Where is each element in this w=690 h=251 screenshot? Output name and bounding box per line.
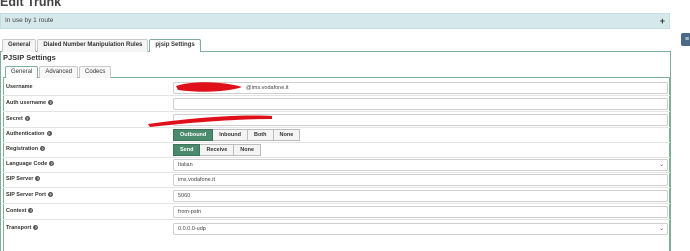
row-auth-username: Auth username? [3, 96, 670, 112]
pjsip-subtabs: General Advanced Codecs [5, 66, 112, 78]
transport-label: Transport? [6, 225, 39, 231]
sip-server-input[interactable]: ims.vodafone.it [173, 174, 668, 186]
section-title: PJSIP Settings [3, 53, 56, 62]
row-language-code: Language Code? Italian ⌄ [3, 157, 670, 173]
tab-pjsip-settings[interactable]: pjsip Settings [149, 39, 201, 52]
subtab-general[interactable]: General [5, 66, 39, 78]
help-icon[interactable]: ? [35, 176, 41, 182]
transport-select[interactable]: 0.0.0.0-udp ⌄ [173, 223, 668, 235]
username-input[interactable]: @ims.vodafone.it [173, 82, 668, 94]
chevron-down-icon: ⌄ [658, 226, 664, 232]
authentication-label: Authentication? [6, 131, 52, 137]
help-icon[interactable]: ? [46, 131, 52, 137]
registration-toggle: Send Receive None [173, 144, 261, 156]
tab-general[interactable]: General [2, 39, 37, 52]
registration-none-button[interactable]: None [234, 144, 261, 156]
usage-bar[interactable]: In use by 1 route + [0, 13, 670, 29]
row-username: Username @ims.vodafone.it [3, 80, 670, 96]
list-icon[interactable]: ≡ [681, 33, 690, 46]
row-authentication: Authentication? Outbound Inbound Both No… [3, 127, 670, 143]
subtab-advanced[interactable]: Advanced [39, 66, 79, 78]
chevron-down-icon: ⌄ [658, 162, 664, 168]
authentication-both-button[interactable]: Both [247, 129, 274, 141]
registration-receive-button[interactable]: Receive [200, 144, 235, 156]
auth-username-label: Auth username? [6, 100, 54, 106]
row-sip-server-port: SIP Server Port? 5060 [3, 188, 670, 204]
username-label: Username [6, 84, 33, 90]
page-title: Edit Trunk [0, 0, 62, 9]
row-secret: Secret? [3, 112, 670, 128]
row-registration: Registration? Send Receive None [3, 142, 670, 158]
sip-server-label: SIP Server? [6, 176, 41, 182]
row-transport: Transport? 0.0.0.0-udp ⌄ [3, 221, 670, 237]
help-icon[interactable]: ? [47, 192, 53, 198]
help-icon[interactable]: ? [28, 208, 34, 214]
registration-label: Registration? [6, 146, 46, 152]
row-context: Context? from-pstn [3, 204, 670, 220]
language-code-select[interactable]: Italian ⌄ [173, 159, 668, 171]
registration-send-button[interactable]: Send [173, 144, 201, 156]
help-icon[interactable]: ? [49, 161, 55, 167]
help-icon[interactable]: ? [40, 146, 46, 152]
authentication-toggle: Outbound Inbound Both None [173, 129, 301, 141]
language-code-label: Language Code? [6, 161, 55, 167]
sip-server-port-label: SIP Server Port? [6, 192, 53, 198]
tab-dialed-number-manipulation[interactable]: Dialed Number Manipulation Rules [37, 39, 149, 52]
help-icon[interactable]: ? [48, 100, 54, 106]
help-icon[interactable]: ? [24, 116, 30, 122]
help-icon[interactable]: ? [33, 225, 39, 231]
context-input[interactable]: from-pstn [173, 206, 668, 218]
expand-icon[interactable]: + [660, 14, 665, 28]
authentication-outbound-button[interactable]: Outbound [173, 129, 214, 141]
authentication-inbound-button[interactable]: Inbound [213, 129, 248, 141]
auth-username-input[interactable] [173, 98, 668, 110]
secret-label: Secret? [6, 116, 30, 122]
trunk-tabs: General Dialed Number Manipulation Rules… [2, 39, 202, 52]
usage-text: In use by 1 route [5, 17, 54, 24]
secret-input[interactable] [173, 114, 668, 126]
subtab-codecs[interactable]: Codecs [79, 66, 112, 78]
context-label: Context? [6, 208, 34, 214]
row-sip-server: SIP Server? ims.vodafone.it [3, 172, 670, 188]
authentication-none-button[interactable]: None [273, 129, 301, 141]
sip-server-port-input[interactable]: 5060 [173, 190, 668, 202]
